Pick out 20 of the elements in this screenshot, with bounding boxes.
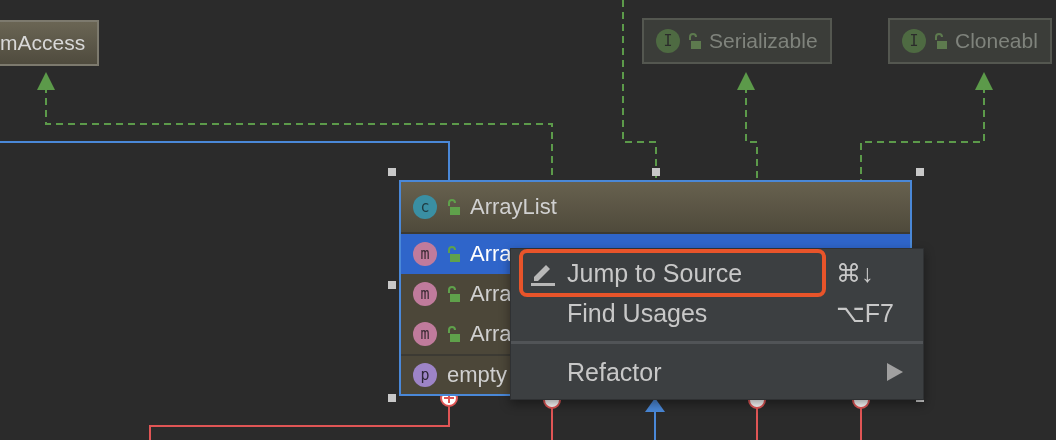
class-name: Serializable [709,29,818,53]
shortcut-label: ⌥F7 [836,298,894,328]
menu-label: Refactor [567,357,662,387]
class-icon: c [413,195,437,219]
shortcut-label: ⌘↓ [836,258,874,288]
method-icon: m [413,282,437,306]
menu-label: Jump to Source [567,258,743,288]
member-name: Arra [470,241,512,267]
method-icon: m [413,242,437,266]
class-name: mAccess [0,31,86,55]
member-name: empty [447,362,507,388]
class-name: Cloneabl [955,29,1038,53]
interface-icon: I [902,29,926,53]
member-name: Arra [470,321,512,347]
interface-icon: I [656,29,680,53]
property-icon: p [413,363,437,387]
class-name: ArrayList [470,194,557,220]
method-icon: m [413,322,437,346]
member-name: Arra [470,281,512,307]
menu-label: Find Usages [567,298,708,328]
